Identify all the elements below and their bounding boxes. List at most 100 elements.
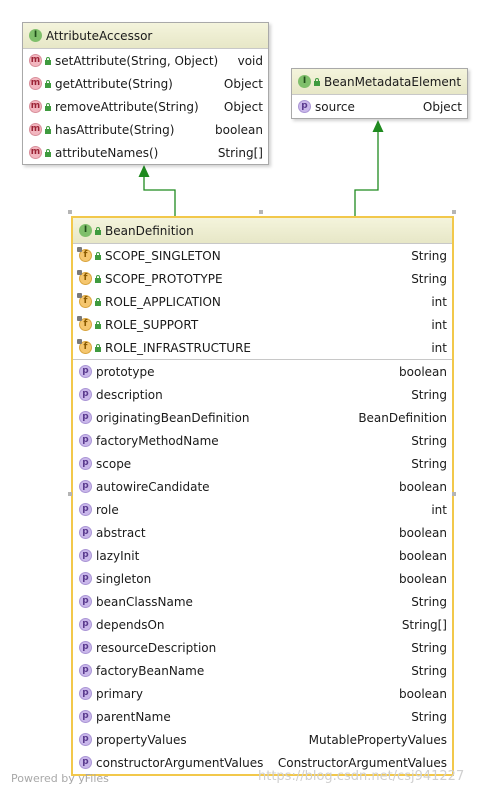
interface-icon: I <box>29 29 42 42</box>
bean-metadata-element-title: BeanMetadataElement <box>324 74 462 89</box>
selection-handle[interactable] <box>452 210 456 214</box>
property-icon: p <box>79 618 92 631</box>
p-row[interactable]: p resourceDescription String <box>73 636 452 659</box>
member-type: String <box>411 433 447 448</box>
bean-metadata-element-header[interactable]: I BeanMetadataElement <box>292 69 467 95</box>
field-icon: f <box>77 316 92 331</box>
member-name: autowireCandidate <box>96 479 210 494</box>
arrow-to-bean-metadata-element <box>354 130 379 216</box>
bean-definition-properties: p prototype boolean p description String p orig… <box>73 359 452 774</box>
selection-handle[interactable] <box>259 210 263 214</box>
p-row[interactable]: p beanClassName String <box>73 590 452 613</box>
selection-handle[interactable] <box>68 210 72 214</box>
member-type: String <box>411 594 447 609</box>
member-name: factoryMethodName <box>96 433 219 448</box>
field-icon: f <box>77 339 92 354</box>
f-row[interactable]: f ROLE_SUPPORT int <box>73 313 452 336</box>
selection-handle[interactable] <box>68 492 72 496</box>
m-row[interactable]: m removeAttribute(String) Object <box>23 95 268 118</box>
member-type: boolean <box>399 479 447 494</box>
f-row[interactable]: f SCOPE_SINGLETON String <box>73 244 452 267</box>
member-name: ROLE_APPLICATION <box>105 294 221 309</box>
property-icon: p <box>79 457 92 470</box>
property-icon: p <box>79 641 92 654</box>
p-row[interactable]: p source Object <box>292 95 467 118</box>
member-type: String <box>411 456 447 471</box>
member-type: boolean <box>399 686 447 701</box>
property-icon: p <box>79 549 92 562</box>
member-type: BeanDefinition <box>358 410 447 425</box>
member-name: resourceDescription <box>96 640 217 655</box>
lock-icon <box>45 126 51 134</box>
member-type: String <box>411 640 447 655</box>
m-row[interactable]: m getAttribute(String) Object <box>23 72 268 95</box>
property-icon: p <box>79 365 92 378</box>
p-row[interactable]: p role int <box>73 498 452 521</box>
lock-icon <box>95 227 101 235</box>
pin-icon <box>77 270 82 275</box>
arrowhead-attribute-accessor <box>138 165 150 177</box>
property-icon: p <box>79 411 92 424</box>
member-type: int <box>431 340 447 355</box>
pin-icon <box>77 316 82 321</box>
field-icon: f <box>77 293 92 308</box>
p-row[interactable]: p originatingBeanDefinition BeanDefinition <box>73 406 452 429</box>
lock-icon <box>95 298 101 306</box>
p-row[interactable]: p factoryMethodName String <box>73 429 452 452</box>
selection-handle[interactable] <box>452 492 456 496</box>
member-name: SCOPE_PROTOTYPE <box>105 271 223 286</box>
pin-icon <box>77 247 82 252</box>
p-row[interactable]: p singleton boolean <box>73 567 452 590</box>
m-row[interactable]: m setAttribute(String, Object) void <box>23 49 268 72</box>
member-name: lazyInit <box>96 548 140 563</box>
p-row[interactable]: p propertyValues MutablePropertyValues <box>73 728 452 751</box>
p-row[interactable]: p parentName String <box>73 705 452 728</box>
p-row[interactable]: p factoryBeanName String <box>73 659 452 682</box>
member-type: String <box>411 709 447 724</box>
member-name: removeAttribute(String) <box>55 99 199 114</box>
m-row[interactable]: m hasAttribute(String) boolean <box>23 118 268 141</box>
member-name: beanClassName <box>96 594 193 609</box>
method-icon: m <box>29 123 42 136</box>
lock-icon <box>95 275 101 283</box>
member-type: int <box>431 294 447 309</box>
m-row[interactable]: m attributeNames() String[] <box>23 141 268 164</box>
p-row[interactable]: p abstract boolean <box>73 521 452 544</box>
p-row[interactable]: p lazyInit boolean <box>73 544 452 567</box>
member-type: boolean <box>215 122 263 137</box>
member-type: String <box>411 387 447 402</box>
member-name: primary <box>96 686 143 701</box>
member-name: abstract <box>96 525 146 540</box>
bean-metadata-element-properties: p source Object <box>292 95 467 118</box>
member-type: Object <box>223 99 263 114</box>
bean-definition-box[interactable]: I BeanDefinition f SCOPE_SINGLETON String f… <box>71 216 454 776</box>
p-row[interactable]: p dependsOn String[] <box>73 613 452 636</box>
member-name: ROLE_SUPPORT <box>105 317 199 332</box>
member-name: scope <box>96 456 132 471</box>
member-name: originatingBeanDefinition <box>96 410 250 425</box>
property-icon: p <box>79 710 92 723</box>
p-row[interactable]: p scope String <box>73 452 452 475</box>
member-name: SCOPE_SINGLETON <box>105 248 221 263</box>
field-icon: f <box>77 247 92 262</box>
f-row[interactable]: f SCOPE_PROTOTYPE String <box>73 267 452 290</box>
member-type: Object <box>422 99 462 114</box>
p-row[interactable]: p prototype boolean <box>73 360 452 383</box>
p-row[interactable]: p autowireCandidate boolean <box>73 475 452 498</box>
lock-icon <box>45 57 51 65</box>
p-row[interactable]: p description String <box>73 383 452 406</box>
member-type: int <box>431 317 447 332</box>
attribute-accessor-methods: m setAttribute(String, Object) void m getAtt… <box>23 49 268 164</box>
bean-definition-header[interactable]: I BeanDefinition <box>73 218 452 244</box>
member-type: ConstructorArgumentValues <box>277 755 447 770</box>
member-name: dependsOn <box>96 617 165 632</box>
f-row[interactable]: f ROLE_APPLICATION int <box>73 290 452 313</box>
f-row[interactable]: f ROLE_INFRASTRUCTURE int <box>73 336 452 359</box>
member-name: singleton <box>96 571 152 586</box>
attribute-accessor-header[interactable]: I AttributeAccessor <box>23 23 268 49</box>
bean-metadata-element-box[interactable]: I BeanMetadataElement p source Object <box>291 68 468 119</box>
p-row[interactable]: p primary boolean <box>73 682 452 705</box>
member-type: String <box>411 248 447 263</box>
attribute-accessor-box[interactable]: I AttributeAccessor m setAttribute(String… <box>22 22 269 165</box>
property-icon: p <box>79 388 92 401</box>
